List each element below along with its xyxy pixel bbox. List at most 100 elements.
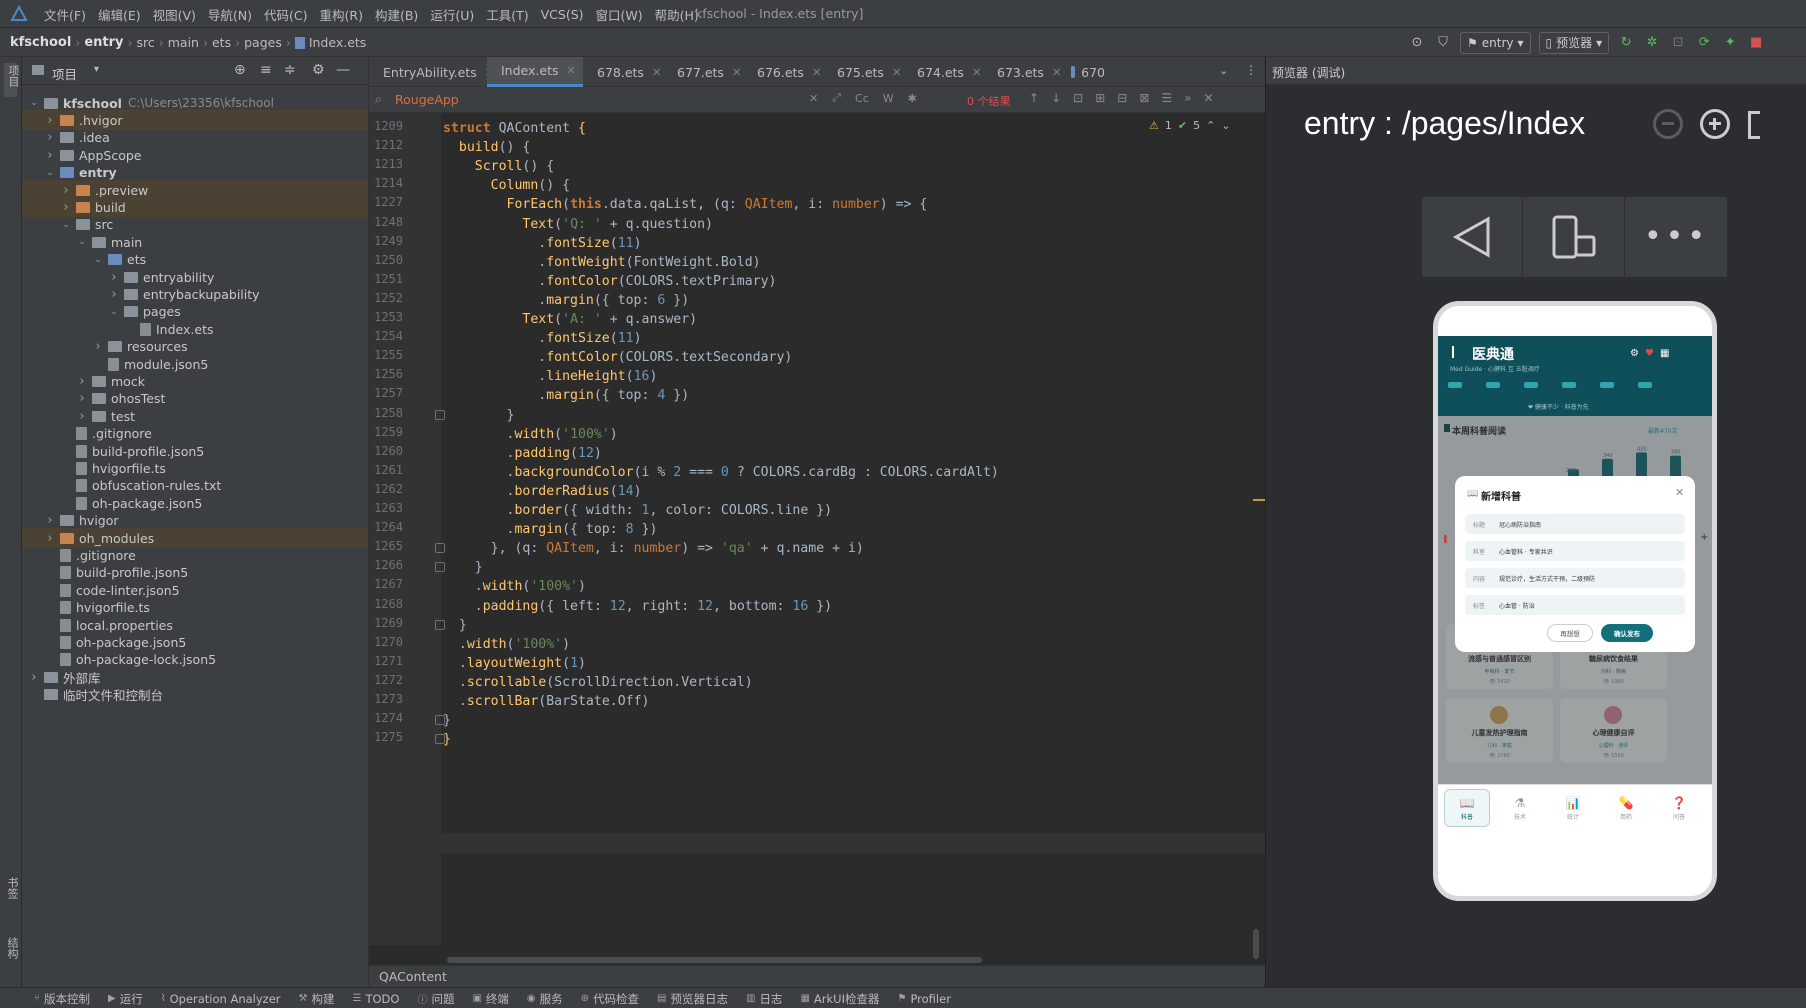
regex-history-icon[interactable]: ⤢ — [832, 91, 841, 105]
code-structure-crumb[interactable]: QAContent — [379, 969, 447, 984]
structure-strip-label[interactable]: 结构 — [4, 937, 20, 959]
reload-icon[interactable]: ⟳ — [1695, 34, 1713, 52]
inspection-widget[interactable]: ⚠ 1 ✔ 5 ⌃ ⌄ — [1149, 119, 1231, 132]
expand-all-icon[interactable]: ≡ — [260, 62, 272, 78]
menu-item[interactable]: VCS(S) — [541, 7, 584, 22]
gear-icon[interactable]: ⚙ — [312, 62, 325, 78]
horizontal-scrollbar[interactable] — [447, 957, 982, 963]
add-occurrence-icon[interactable]: ⊞ — [1095, 91, 1105, 105]
more-icon[interactable]: » — [1184, 91, 1191, 105]
chevron-right-icon[interactable]: › — [76, 374, 88, 389]
tree-item[interactable]: 临时文件和控制台 — [22, 685, 368, 705]
clear-icon[interactable]: ✕ — [809, 92, 818, 105]
breadcrumb-item[interactable]: kfschool — [10, 35, 71, 50]
menu-item[interactable]: 编辑(E) — [98, 5, 141, 24]
zoom-out-icon[interactable] — [1653, 109, 1683, 139]
editor-tab[interactable]: 676.ets ✕ — [743, 57, 823, 87]
tool-window-button[interactable]: ▦ ArkUI检查器 — [800, 991, 879, 1007]
confirm-publish-button[interactable]: 确认发布 — [1601, 624, 1653, 642]
editor-tab[interactable]: EntryAbility.ets✕ — [369, 57, 494, 87]
dialog-field[interactable]: 内容 规范诊疗，生活方式干预，二级预防 — [1465, 568, 1685, 588]
chevron-right-icon[interactable]: › — [28, 670, 40, 685]
filter-icon[interactable]: ☰ — [1161, 91, 1172, 105]
nav-tab[interactable]: 💊 用药 — [1603, 789, 1649, 827]
chevron-right-icon[interactable]: › — [76, 409, 88, 424]
chevron-right-icon[interactable]: › — [108, 270, 120, 285]
more-icon[interactable]: ⋮ — [1245, 63, 1257, 77]
vertical-scrollbar[interactable] — [1253, 929, 1259, 959]
menu-item[interactable]: 文件(F) — [44, 5, 86, 24]
debug-icon[interactable]: ✲ — [1643, 34, 1661, 52]
close-icon[interactable]: ✕ — [1052, 66, 1061, 79]
tool-window-button[interactable]: ◉ 服务 — [527, 991, 563, 1007]
editor-tab[interactable]: 673.ets ✕ — [983, 57, 1063, 87]
chevron-right-icon[interactable]: › — [44, 148, 56, 163]
nav-tab[interactable]: ⚗ 技术 — [1497, 789, 1543, 827]
chevron-right-icon[interactable]: › — [44, 513, 56, 528]
editor-tab[interactable]: Index.ets ✕ — [487, 57, 583, 87]
dialog-field[interactable]: 科室 心血管科 · 专家共识 — [1465, 541, 1685, 561]
breadcrumb-item[interactable]: Index.ets — [309, 35, 367, 50]
close-icon[interactable]: ✕ — [732, 66, 741, 79]
close-icon[interactable]: ✕ — [1203, 91, 1213, 105]
tool-window-button[interactable]: ▶ 运行 — [108, 991, 143, 1007]
minimize-icon[interactable]: — — [336, 62, 350, 78]
chevron-up-icon[interactable]: ⌃ — [1206, 119, 1215, 132]
plus-icon[interactable]: + — [1700, 532, 1708, 543]
tool-window-button[interactable]: ⓘ 问题 — [417, 991, 454, 1007]
arrow-up-icon[interactable]: ↑ — [1029, 91, 1039, 105]
editor-tab[interactable]: 674.ets ✕ — [903, 57, 983, 87]
chevron-right-icon[interactable]: › — [44, 113, 56, 128]
arrow-down-icon[interactable]: ↓ — [1051, 91, 1061, 105]
chevron-down-icon[interactable]: ⌄ — [28, 98, 40, 108]
chevron-down-icon[interactable]: ⌄ — [76, 237, 88, 247]
tool-window-button[interactable]: ▤ 预览器日志 — [657, 991, 728, 1007]
rotate-button[interactable] — [1524, 197, 1625, 277]
breadcrumb-item[interactable]: ets — [212, 35, 231, 50]
close-icon[interactable]: ✕ — [567, 64, 576, 77]
tool-window-button[interactable]: ☰ TODO — [353, 992, 400, 1006]
chevron-right-icon[interactable]: › — [60, 200, 72, 215]
menu-item[interactable]: 代码(C) — [264, 5, 307, 24]
profiler-icon[interactable]: ✦ — [1721, 34, 1739, 52]
editor-tab[interactable]: 678.ets ✕ — [583, 57, 663, 87]
chevron-down-icon[interactable]: ⌄ — [1221, 119, 1230, 132]
dialog-field[interactable]: 标签 心血管 · 防治 — [1465, 595, 1685, 615]
nav-tab[interactable]: ❓ 问答 — [1656, 789, 1702, 827]
menu-item[interactable]: 导航(N) — [208, 5, 252, 24]
tool-window-button[interactable]: ⑂ 版本控制 — [34, 991, 90, 1007]
match-case-toggle[interactable]: Cc — [855, 92, 869, 105]
fit-screen-icon[interactable] — [1748, 111, 1760, 139]
back-button[interactable] — [1422, 197, 1523, 277]
editor-tab[interactable]: 675.ets ✕ — [823, 57, 903, 87]
menu-item[interactable]: 重构(R) — [320, 5, 363, 24]
chevron-right-icon[interactable]: › — [108, 287, 120, 302]
chevron-down-icon[interactable]: ⌄ — [92, 255, 104, 265]
chevron-down-icon[interactable]: ⌄ — [108, 307, 120, 317]
close-icon[interactable]: ✕ — [892, 66, 901, 79]
tool-window-button[interactable]: ⚑ Profiler — [897, 992, 950, 1006]
run-icon[interactable]: ↻ — [1617, 34, 1635, 52]
breadcrumb-item[interactable]: src — [137, 35, 155, 50]
tool-window-button[interactable]: ⊛ 代码检查 — [581, 991, 639, 1007]
chevron-right-icon[interactable]: › — [44, 130, 56, 145]
close-icon[interactable]: ✕ — [652, 66, 661, 79]
close-icon[interactable]: ✕ — [812, 66, 821, 79]
menu-item[interactable]: 运行(U) — [430, 5, 474, 24]
zoom-in-icon[interactable] — [1700, 109, 1730, 139]
chevron-right-icon[interactable]: › — [76, 391, 88, 406]
chevron-down-icon[interactable]: ⌄ — [44, 168, 56, 178]
chevron-down-icon[interactable]: ▾ — [94, 64, 99, 75]
chevron-right-icon[interactable]: › — [44, 531, 56, 546]
dialog-field[interactable]: 标题 冠心病防治指南 — [1465, 514, 1685, 534]
more-options-button[interactable]: ••• — [1626, 197, 1727, 277]
tool-window-button[interactable]: ▥ 日志 — [746, 991, 782, 1007]
stop-icon[interactable]: ■ — [1747, 34, 1765, 52]
project-panel-title[interactable]: 项目 — [52, 64, 77, 83]
regex-icon[interactable]: ✱ — [908, 92, 917, 105]
select-icon[interactable]: ⊠ — [1139, 91, 1149, 105]
cancel-button[interactable]: 再想想 — [1547, 624, 1593, 642]
close-icon[interactable]: ✕ — [1675, 486, 1684, 499]
device-icon[interactable]: ⛉ — [1434, 34, 1452, 52]
remove-occurrence-icon[interactable]: ⊟ — [1117, 91, 1127, 105]
